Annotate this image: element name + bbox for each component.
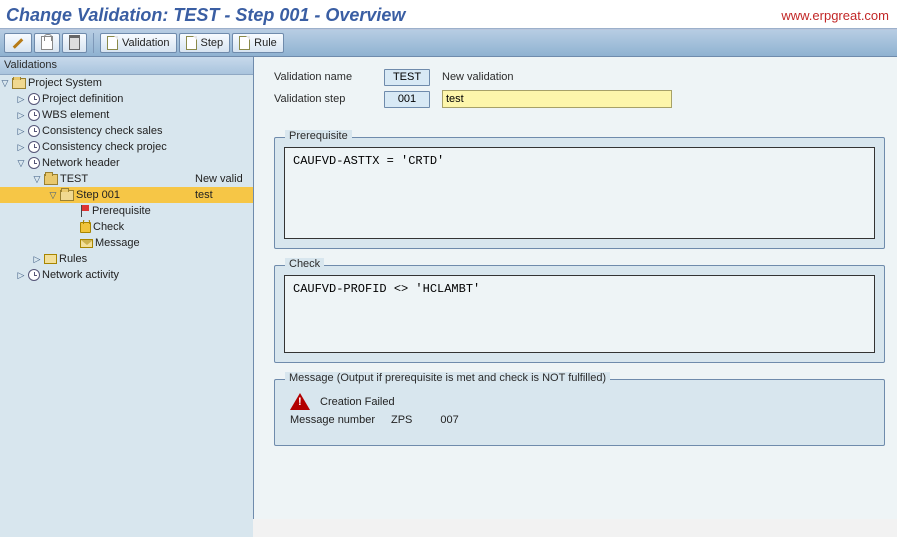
tree-node-network-header[interactable]: Network header — [0, 155, 253, 171]
sidebar: Validations Project System Project defin… — [0, 57, 254, 519]
pencil-icon — [11, 36, 25, 50]
step-description-input[interactable] — [442, 90, 672, 108]
node-label: Rules — [59, 253, 87, 265]
clock-icon — [28, 93, 40, 105]
expand-icon[interactable] — [48, 190, 58, 201]
clipboard-icon — [41, 36, 53, 50]
expand-icon[interactable] — [32, 254, 42, 265]
group-title: Message (Output if prerequisite is met a… — [285, 372, 610, 384]
folder-open-icon — [60, 190, 74, 201]
field-label: Validation name — [274, 71, 384, 83]
clock-icon — [28, 269, 40, 281]
page-icon — [107, 36, 118, 50]
tree-node-test[interactable]: TEST New valid — [0, 171, 253, 187]
group-title: Prerequisite — [285, 130, 352, 142]
node-label: Step 001 — [76, 189, 120, 201]
main-panel: Validation name TEST New validation Vali… — [254, 57, 897, 519]
node-desc: New valid — [193, 173, 253, 185]
title-bar: Change Validation: TEST - Step 001 - Ove… — [0, 0, 897, 28]
expand-icon[interactable] — [16, 158, 26, 169]
expand-icon[interactable] — [32, 174, 42, 185]
tree-leaf-check[interactable]: Check — [0, 219, 253, 235]
trash-icon — [69, 37, 80, 50]
validation-name-desc: New validation — [442, 71, 514, 83]
app-toolbar: Validation Step Rule — [0, 30, 897, 57]
folder-icon — [44, 174, 58, 185]
message-number: 007 — [440, 414, 458, 426]
create-rule-button[interactable]: Rule — [232, 33, 284, 53]
group-title: Check — [285, 258, 324, 270]
tree-node[interactable]: Project definition — [0, 91, 253, 107]
node-desc: test — [193, 189, 253, 201]
message-class: ZPS — [391, 414, 412, 426]
tree-node[interactable]: Consistency check sales — [0, 123, 253, 139]
field-validation-step: Validation step 001 — [274, 89, 885, 109]
node-label: Project System — [28, 77, 102, 89]
node-label: Check — [93, 221, 124, 233]
prerequisite-group: Prerequisite CAUFVD-ASTTX = 'CRTD' — [274, 137, 885, 249]
tree-node[interactable]: WBS element — [0, 107, 253, 123]
node-label: Network header — [42, 157, 120, 169]
button-label: Rule — [254, 37, 277, 49]
rules-icon — [44, 254, 57, 264]
clock-icon — [28, 141, 40, 153]
envelope-icon — [80, 239, 93, 248]
page-title: Change Validation: TEST - Step 001 - Ove… — [6, 5, 405, 26]
folder-open-icon — [12, 78, 26, 89]
tree-node-rules[interactable]: Rules — [0, 251, 253, 267]
node-label: Prerequisite — [92, 205, 151, 217]
node-label: Network activity — [42, 269, 119, 281]
node-label: Consistency check projec — [42, 141, 167, 153]
create-validation-button[interactable]: Validation — [100, 33, 177, 53]
field-validation-name: Validation name TEST New validation — [274, 67, 885, 87]
tree-node-root[interactable]: Project System — [0, 75, 253, 91]
clock-icon — [28, 125, 40, 137]
watermark: www.erpgreat.com — [781, 8, 889, 23]
node-label: Message — [95, 237, 140, 249]
expand-icon[interactable] — [16, 110, 26, 121]
sidebar-header: Validations — [0, 57, 253, 75]
node-label: WBS element — [42, 109, 109, 121]
check-code[interactable]: CAUFVD-PROFID <> 'HCLAMBT' — [284, 275, 875, 353]
check-group: Check CAUFVD-PROFID <> 'HCLAMBT' — [274, 265, 885, 363]
expand-icon[interactable] — [16, 126, 26, 137]
message-text: Creation Failed — [320, 396, 395, 408]
node-label: Consistency check sales — [42, 125, 162, 137]
button-label: Validation — [122, 37, 170, 49]
expand-icon[interactable] — [16, 270, 26, 281]
tree-leaf-message[interactable]: Message — [0, 235, 253, 251]
create-step-button[interactable]: Step — [179, 33, 231, 53]
validation-name-value: TEST — [384, 69, 430, 86]
expand-icon[interactable] — [16, 94, 26, 105]
button-label: Step — [201, 37, 224, 49]
error-icon — [290, 393, 310, 410]
tree-node[interactable]: Network activity — [0, 267, 253, 283]
expand-icon[interactable] — [0, 78, 10, 89]
page-icon — [239, 36, 250, 50]
lock-icon — [80, 222, 91, 233]
tree-node[interactable]: Consistency check projec — [0, 139, 253, 155]
page-icon — [186, 36, 197, 50]
copy-button[interactable] — [34, 33, 60, 53]
node-label: TEST — [60, 173, 88, 185]
message-number-label: Message number — [290, 414, 375, 426]
flag-icon — [80, 205, 90, 217]
tree-leaf-prerequisite[interactable]: Prerequisite — [0, 203, 253, 219]
clock-icon — [28, 109, 40, 121]
node-label: Project definition — [42, 93, 123, 105]
prerequisite-code[interactable]: CAUFVD-ASTTX = 'CRTD' — [284, 147, 875, 239]
clock-icon — [28, 157, 40, 169]
message-group: Message (Output if prerequisite is met a… — [274, 379, 885, 446]
tree-node-step-selected[interactable]: Step 001 test — [0, 187, 253, 203]
field-label: Validation step — [274, 93, 384, 105]
delete-button[interactable] — [62, 33, 87, 53]
validation-tree[interactable]: Project System Project definition WBS el… — [0, 75, 253, 537]
toolbar-separator — [93, 33, 94, 53]
message-text-row: Creation Failed — [290, 393, 869, 410]
validation-step-value: 001 — [384, 91, 430, 108]
toggle-display-button[interactable] — [4, 33, 32, 53]
expand-icon[interactable] — [16, 142, 26, 153]
message-number-row: Message number ZPS 007 — [290, 414, 869, 426]
